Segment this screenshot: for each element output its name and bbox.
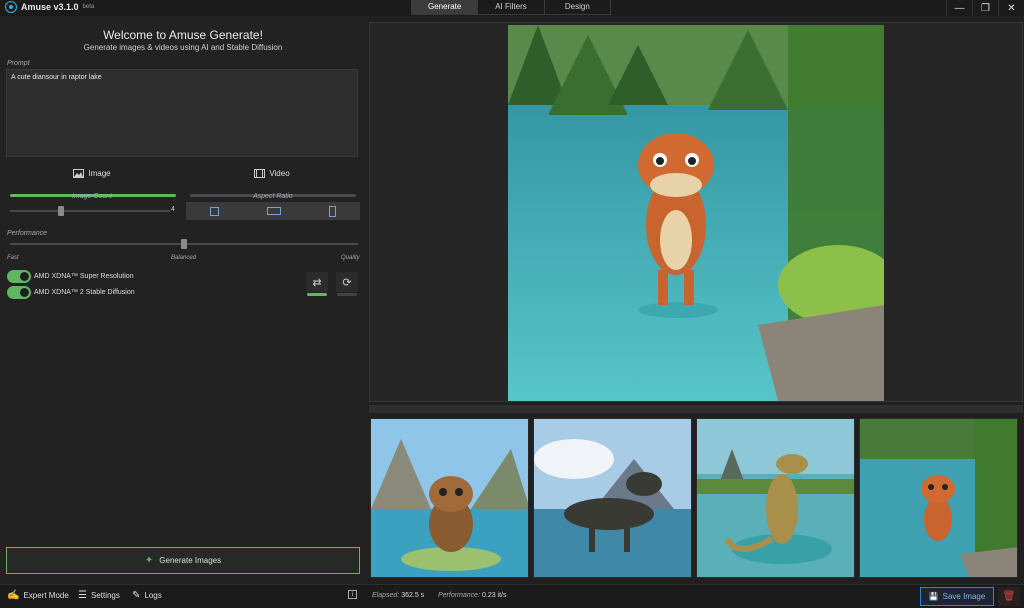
generated-image-preview[interactable] (508, 25, 884, 401)
performance-quality-label: Quality (341, 255, 360, 261)
sliders-icon: ☰ (78, 590, 87, 601)
minimize-button[interactable]: — (946, 0, 972, 16)
tab-generate[interactable]: Generate (412, 0, 479, 14)
thumbnail-3[interactable] (696, 418, 855, 578)
history-divider (369, 405, 1023, 413)
thumbnail-2[interactable] (533, 418, 692, 578)
window-controls: — ❐ ✕ (946, 0, 1024, 16)
performance-label: Performance (7, 230, 48, 237)
expert-mode-icon: ✍ (7, 590, 20, 601)
elapsed-stat: Elapsed: 362.5 s (372, 592, 424, 599)
generate-images-button[interactable]: ✦ Generate Images (6, 547, 360, 574)
mode-image-tab[interactable]: Image (8, 164, 176, 182)
mode-image-label: Image (88, 168, 111, 178)
generate-images-label: Generate Images (159, 556, 222, 565)
aspect-square-icon[interactable] (210, 206, 219, 216)
tab-design[interactable]: Design (545, 0, 610, 14)
thumbnail-image-1 (371, 419, 528, 577)
performance-fast-label: Fast (7, 255, 19, 261)
aspect-portrait-icon[interactable] (329, 205, 336, 217)
reuse-seed-indicator (337, 293, 357, 296)
aspect-ratio-selector (186, 202, 360, 220)
logs-icon: ✎ (132, 590, 141, 601)
restore-icon: ❐ (981, 2, 990, 14)
expert-mode-button[interactable]: ✍ Expert Mode (7, 590, 69, 601)
close-button[interactable]: ✕ (998, 0, 1024, 16)
settings-label: Settings (90, 591, 120, 600)
thumbnail-image-3 (697, 419, 854, 577)
app-title: Amuse v3.1.0 beta (5, 1, 94, 13)
image-count-value: 4 (171, 206, 175, 213)
performance-balanced-label: Balanced (171, 255, 197, 261)
logs-label: Logs (144, 591, 162, 600)
save-image-label: Save Image (942, 592, 986, 601)
app-name: Amuse v3.1.0 (21, 2, 79, 12)
prompt-input[interactable]: A cute diansour in raptor lake (6, 69, 358, 157)
image-count-label: Image Count (72, 193, 113, 200)
restore-button[interactable]: ❐ (972, 0, 998, 16)
welcome-subtitle: Generate images & videos using AI and St… (83, 43, 283, 52)
stable-diffusion-label: AMD XDNA™ 2 Stable Diffusion (34, 289, 135, 296)
shuffle-icon: ⇄ (312, 276, 322, 289)
expert-mode-label: Expert Mode (23, 591, 69, 600)
settings-panel: Welcome to Amuse Generate! Generate imag… (0, 16, 366, 584)
magic-wand-icon: ✦ (144, 555, 154, 566)
performance-stat-value: 0.23 it/s (481, 592, 507, 599)
performance-stat: Performance: 0.23 it/s (438, 592, 507, 599)
mode-video-label: Video (269, 168, 290, 178)
prompt-label: Prompt (7, 60, 30, 67)
elapsed-value: 362.5 s (401, 592, 425, 599)
performance-stat-label: Performance: (438, 592, 481, 599)
refresh-icon: ⟳ (342, 276, 352, 289)
trash-icon: 🗑 (1002, 591, 1016, 602)
thumbnail-4[interactable] (859, 418, 1018, 578)
dinosaur-lake-image (508, 25, 884, 401)
random-seed-button[interactable]: ⇄ (306, 272, 328, 292)
welcome-title: Welcome to Amuse Generate! (103, 28, 263, 42)
mode-video-tab[interactable]: Video (188, 164, 356, 182)
performance-thumb[interactable] (181, 239, 187, 249)
super-resolution-label: AMD XDNA™ Super Resolution (34, 273, 134, 280)
tab-ai-filters[interactable]: AI Filters (478, 0, 545, 14)
beta-badge: beta (82, 4, 95, 10)
aspect-ratio-label: Aspect Ratio (253, 193, 293, 200)
amuse-logo-icon (5, 1, 17, 13)
save-icon: 💾 (928, 592, 939, 601)
main-tabs: Generate AI Filters Design (411, 0, 611, 15)
info-button[interactable]: i (348, 590, 357, 599)
delete-image-button[interactable]: 🗑 (998, 587, 1020, 606)
save-image-button[interactable]: 💾 Save Image (920, 587, 994, 606)
preview-area (369, 22, 1023, 402)
image-icon (73, 168, 85, 178)
stable-diffusion-toggle[interactable] (7, 286, 31, 299)
close-icon: ✕ (1007, 2, 1016, 14)
random-seed-indicator (307, 293, 327, 296)
super-resolution-toggle[interactable] (7, 270, 31, 283)
reuse-seed-button[interactable]: ⟳ (336, 272, 358, 292)
thumbnail-image-4 (860, 419, 1017, 577)
minimize-icon: — (954, 2, 965, 14)
settings-button[interactable]: ☰ Settings (78, 590, 120, 601)
info-icon: i (348, 590, 357, 599)
title-bar: Amuse v3.1.0 beta Generate AI Filters De… (0, 0, 1024, 16)
thumbnail-image-2 (534, 419, 691, 577)
elapsed-label: Elapsed: (372, 592, 400, 599)
aspect-landscape-icon[interactable] (267, 207, 281, 215)
logs-button[interactable]: ✎ Logs (132, 590, 162, 601)
thumbnail-1[interactable] (370, 418, 529, 578)
generated-thumbnails (369, 418, 1023, 580)
image-count-thumb[interactable] (58, 206, 65, 216)
film-icon (254, 168, 266, 178)
status-bar: ✍ Expert Mode ☰ Settings ✎ Logs i Elapse… (0, 584, 1024, 608)
image-count-track[interactable] (10, 210, 170, 212)
